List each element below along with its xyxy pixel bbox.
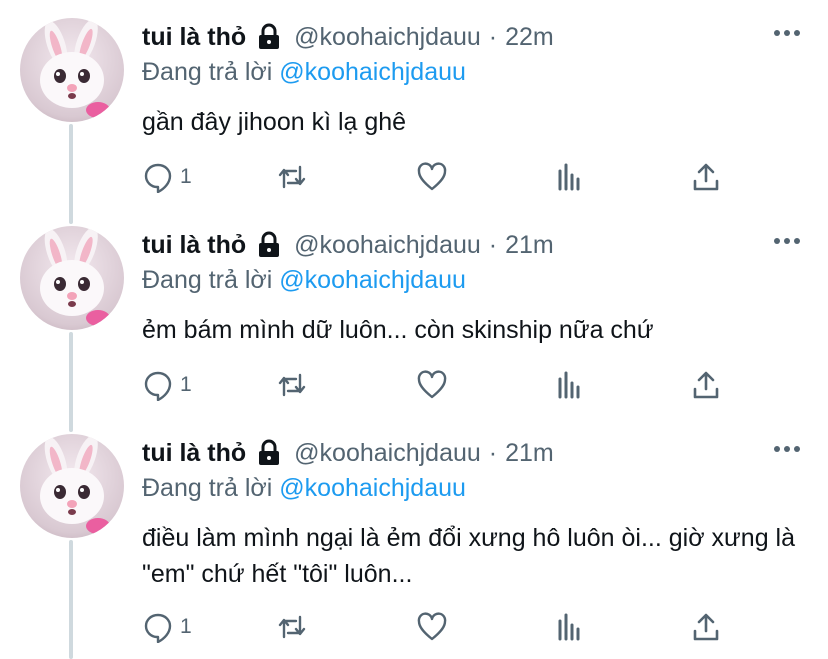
separator-dot: ·: [488, 22, 498, 51]
action-bar: 1: [142, 160, 742, 194]
bunny-avatar-image: [40, 435, 110, 534]
like-icon: [417, 612, 447, 641]
user-handle[interactable]: @koohaichjdauu: [294, 439, 481, 468]
lock-icon: [259, 439, 280, 465]
tweet[interactable]: tui là thỏ @koohaichjdauu · 21m Đang trả…: [0, 434, 828, 659]
views-button[interactable]: [554, 610, 586, 644]
views-button[interactable]: [554, 368, 586, 402]
share-button[interactable]: [690, 610, 722, 644]
like-button[interactable]: [416, 160, 448, 194]
reply-mention-link[interactable]: @koohaichjdauu: [279, 474, 466, 502]
views-button[interactable]: [554, 160, 586, 194]
display-name[interactable]: tui là thỏ: [142, 231, 246, 260]
timestamp[interactable]: 22m: [505, 23, 554, 52]
reply-icon: [144, 371, 172, 401]
timestamp[interactable]: 21m: [505, 231, 554, 260]
bunny-avatar-image: [40, 227, 110, 326]
share-icon: [693, 163, 719, 191]
avatar[interactable]: [20, 18, 124, 122]
separator-dot: ·: [488, 230, 498, 259]
tweet-header: tui là thỏ @koohaichjdauu · 21m: [142, 228, 554, 262]
lock-icon: [259, 23, 280, 49]
reply-count: 1: [180, 165, 192, 188]
tweet[interactable]: tui là thỏ @koohaichjdauu · 22m Đang trả…: [0, 18, 828, 208]
separator-dot: ·: [488, 438, 498, 467]
user-handle[interactable]: @koohaichjdauu: [294, 23, 481, 52]
retweet-button[interactable]: [276, 368, 308, 402]
reply-icon: [144, 613, 172, 643]
replying-to: Đang trả lời @koohaichjdauu: [142, 474, 466, 503]
tweet-header: tui là thỏ @koohaichjdauu · 22m: [142, 20, 554, 54]
bunny-avatar-image: [40, 19, 110, 118]
like-icon: [417, 370, 447, 399]
action-bar: 1: [142, 368, 742, 402]
avatar[interactable]: [20, 434, 124, 538]
like-icon: [417, 162, 447, 191]
timestamp[interactable]: 21m: [505, 439, 554, 468]
tweet-text: gần đây jihoon kì lạ ghê: [142, 108, 407, 136]
replying-to-label: Đang trả lời: [142, 58, 273, 86]
action-bar: 1: [142, 610, 742, 644]
reply-button[interactable]: 1: [142, 368, 192, 402]
reply-button[interactable]: 1: [142, 610, 192, 644]
retweet-button[interactable]: [276, 160, 308, 194]
replying-to-label: Đang trả lời: [142, 266, 273, 294]
display-name[interactable]: tui là thỏ: [142, 23, 246, 52]
views-icon: [558, 163, 580, 191]
retweet-icon: [278, 165, 306, 189]
more-icon[interactable]: [772, 236, 802, 246]
tweet-text: điều làm mình ngại là ẻm đổi xưng hô luô…: [142, 524, 796, 588]
retweet-button[interactable]: [276, 610, 308, 644]
reply-mention-link[interactable]: @koohaichjdauu: [279, 266, 466, 294]
views-icon: [558, 371, 580, 399]
user-handle[interactable]: @koohaichjdauu: [294, 231, 481, 260]
like-button[interactable]: [416, 368, 448, 402]
display-name[interactable]: tui là thỏ: [142, 439, 246, 468]
more-icon[interactable]: [772, 444, 802, 454]
retweet-icon: [278, 615, 306, 639]
reply-mention-link[interactable]: @koohaichjdauu: [279, 58, 466, 86]
share-button[interactable]: [690, 160, 722, 194]
replying-to-label: Đang trả lời: [142, 474, 273, 502]
tweet[interactable]: tui là thỏ @koohaichjdauu · 21m Đang trả…: [0, 226, 828, 416]
reply-button[interactable]: 1: [142, 160, 192, 194]
reply-icon: [144, 163, 172, 193]
replying-to: Đang trả lời @koohaichjdauu: [142, 58, 466, 87]
avatar[interactable]: [20, 226, 124, 330]
reply-count: 1: [180, 373, 192, 396]
tweet-text: ẻm bám mình dữ luôn... còn skinship nữa …: [142, 316, 654, 344]
more-icon[interactable]: [772, 28, 802, 38]
share-icon: [693, 371, 719, 399]
reply-count: 1: [180, 615, 192, 638]
replying-to: Đang trả lời @koohaichjdauu: [142, 266, 466, 295]
lock-icon: [259, 231, 280, 257]
share-button[interactable]: [690, 368, 722, 402]
like-button[interactable]: [416, 610, 448, 644]
views-icon: [558, 613, 580, 641]
retweet-icon: [278, 373, 306, 397]
tweet-header: tui là thỏ @koohaichjdauu · 21m: [142, 436, 554, 470]
share-icon: [693, 613, 719, 641]
